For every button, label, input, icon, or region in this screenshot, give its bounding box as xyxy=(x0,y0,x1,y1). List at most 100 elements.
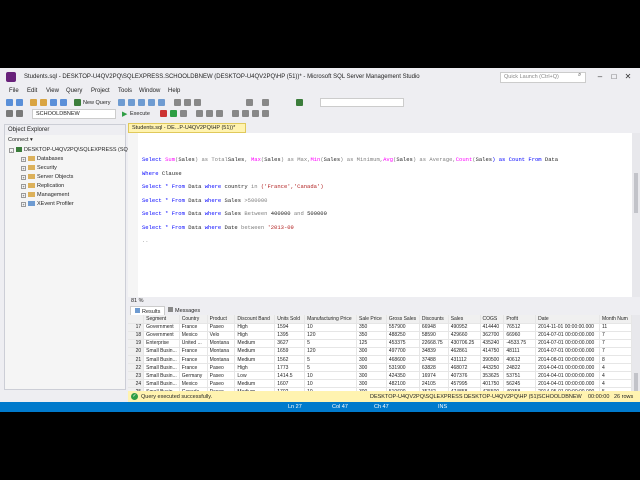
search-icon[interactable]: ⌕ xyxy=(578,72,581,79)
table-cell[interactable]: 4 xyxy=(599,371,632,381)
forward-icon[interactable] xyxy=(16,99,23,106)
cancel-query-icon[interactable] xyxy=(160,110,167,117)
table-cell[interactable]: 56245 xyxy=(503,379,537,389)
grid-header-cell[interactable]: Manufacturing Price xyxy=(304,315,357,324)
table-cell[interactable]: 2014-11-01 00:00:00.000 xyxy=(535,323,600,332)
table-cell[interactable]: 488250 xyxy=(386,331,420,340)
row-number-cell[interactable]: 18 xyxy=(128,331,145,340)
results-to-file-icon[interactable] xyxy=(216,110,223,117)
table-cell[interactable]: 468600 xyxy=(386,355,420,365)
table-cell[interactable]: 66960 xyxy=(503,331,537,340)
expand-icon[interactable]: + xyxy=(21,193,26,198)
copy-icon[interactable] xyxy=(184,99,191,106)
table-cell[interactable]: 66948 xyxy=(419,323,449,332)
table-cell[interactable]: Low xyxy=(234,371,276,381)
table-cell[interactable]: 37488 xyxy=(419,355,449,365)
table-cell[interactable]: 1594 xyxy=(274,323,306,332)
expand-icon[interactable]: + xyxy=(21,166,26,171)
database-engine-query-icon[interactable] xyxy=(118,99,125,106)
table-cell[interactable]: 407376 xyxy=(448,371,481,381)
table-cell[interactable]: 4 xyxy=(599,363,632,373)
menu-query[interactable]: Query xyxy=(66,88,82,94)
table-cell[interactable]: Small Busin... xyxy=(143,371,180,381)
table-cell[interactable]: France xyxy=(179,363,208,373)
table-cell[interactable]: 1659 xyxy=(274,347,306,356)
undo-icon[interactable] xyxy=(246,99,253,106)
table-cell[interactable]: -4533.75 xyxy=(503,339,537,348)
table-cell[interactable]: 16974 xyxy=(419,371,449,381)
table-cell[interactable]: 531900 xyxy=(386,363,420,373)
table-cell[interactable]: Germany xyxy=(179,371,208,381)
start-icon[interactable] xyxy=(296,99,303,106)
table-cell[interactable]: High xyxy=(234,331,276,340)
grid-header-cell[interactable]: Date xyxy=(535,315,600,324)
table-cell[interactable]: 435240 xyxy=(480,339,505,348)
menu-view[interactable]: View xyxy=(46,88,59,94)
results-to-grid-icon[interactable] xyxy=(206,110,213,117)
table-cell[interactable]: 1773 xyxy=(274,363,306,373)
row-number-cell[interactable]: 23 xyxy=(128,371,145,381)
table-cell[interactable]: 120 xyxy=(304,347,357,356)
execute-button[interactable]: Execute xyxy=(130,111,150,117)
grid-header-cell[interactable]: Discount Band xyxy=(234,315,276,324)
new-query-icon[interactable] xyxy=(74,99,81,106)
editor-scrollbar[interactable] xyxy=(632,133,640,297)
grid-header-cell[interactable]: Units Sold xyxy=(274,315,306,324)
row-number-cell[interactable]: 22 xyxy=(128,363,145,373)
minimize-button[interactable]: – xyxy=(594,71,606,83)
grid-header-cell[interactable]: Gross Sales xyxy=(386,315,420,324)
mdx-query-icon[interactable] xyxy=(138,99,145,106)
connect-button[interactable]: Connect ▾ xyxy=(5,135,125,145)
table-cell[interactable]: 300 xyxy=(356,347,387,356)
parse-icon[interactable] xyxy=(170,110,177,117)
change-connection-icon[interactable] xyxy=(16,110,23,117)
table-cell[interactable]: 1607 xyxy=(274,379,306,389)
indent-icon[interactable] xyxy=(252,110,259,117)
table-cell[interactable]: 490952 xyxy=(448,323,481,332)
table-cell[interactable]: 401750 xyxy=(480,379,505,389)
table-cell[interactable]: 58590 xyxy=(419,331,449,340)
table-cell[interactable]: 350 xyxy=(356,323,387,332)
table-cell[interactable]: Mexico xyxy=(179,331,208,340)
grid-header-cell[interactable]: Country xyxy=(179,315,208,324)
table-cell[interactable]: Medium xyxy=(234,347,276,356)
table-cell[interactable]: 431112 xyxy=(448,355,481,365)
tab-messages[interactable]: Messages xyxy=(164,306,204,315)
table-cell[interactable]: 429660 xyxy=(448,331,481,340)
menu-edit[interactable]: Edit xyxy=(27,88,37,94)
new-project-icon[interactable] xyxy=(40,99,47,106)
table-cell[interactable]: 1395 xyxy=(274,331,306,340)
table-cell[interactable]: Velo xyxy=(207,331,236,340)
table-cell[interactable]: 5 xyxy=(304,363,357,373)
tree-server-node[interactable]: - DESKTOP-U4QV2PQ\SQLEXPRESS (SQL xyxy=(9,147,131,153)
table-row[interactable]: 21 Small Busin... France Montana Medium 1562 5… xyxy=(128,355,632,365)
back-icon[interactable] xyxy=(6,99,13,106)
table-cell[interactable]: France xyxy=(179,347,208,356)
table-cell[interactable]: 8 xyxy=(599,355,632,365)
save-all-icon[interactable] xyxy=(60,99,67,106)
uncomment-icon[interactable] xyxy=(242,110,249,117)
redo-icon[interactable] xyxy=(262,99,269,106)
table-cell[interactable]: 390500 xyxy=(480,355,505,365)
table-cell[interactable]: 63828 xyxy=(419,363,449,373)
editor-scrollbar-thumb[interactable] xyxy=(634,173,638,213)
table-cell[interactable]: 40612 xyxy=(503,355,537,365)
table-cell[interactable]: Small Busin... xyxy=(143,355,180,365)
collapse-icon[interactable]: - xyxy=(9,148,14,153)
table-cell[interactable]: Montana xyxy=(207,355,236,365)
table-cell[interactable]: High xyxy=(234,363,276,373)
expand-icon[interactable]: + xyxy=(21,202,26,207)
zoom-level[interactable]: 81 % xyxy=(128,297,640,305)
table-cell[interactable]: 2014-04-01 00:00:00.000 xyxy=(535,379,600,389)
table-row[interactable]: 23 Small Busin... Germany Paseo Low 1414.5 10 3… xyxy=(128,371,632,381)
table-cell[interactable]: 7 xyxy=(599,331,632,340)
display-plan-icon[interactable] xyxy=(180,110,187,117)
table-cell[interactable]: 22668.75 xyxy=(419,339,449,348)
save-icon[interactable] xyxy=(50,99,57,106)
maximize-button[interactable]: □ xyxy=(608,71,620,83)
menu-tools[interactable]: Tools xyxy=(118,88,132,94)
table-cell[interactable]: France xyxy=(179,323,208,332)
table-cell[interactable]: 424350 xyxy=(386,371,420,381)
table-cell[interactable]: 5 xyxy=(304,339,357,348)
tree-node-replication[interactable]: + Replication xyxy=(21,183,64,189)
